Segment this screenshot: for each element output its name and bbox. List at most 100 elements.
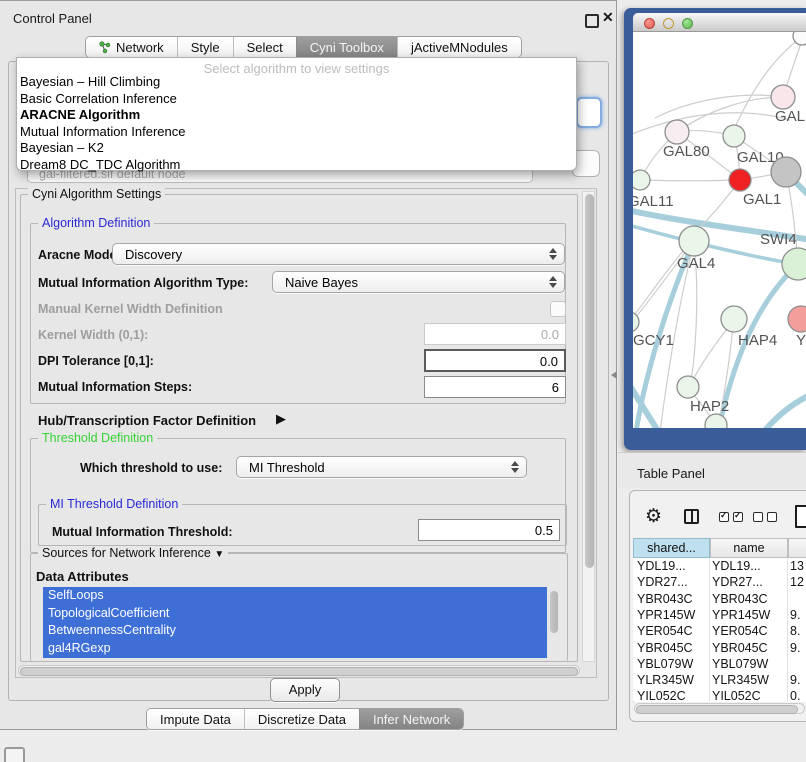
close-window-icon[interactable]: ✕ (602, 9, 614, 26)
tab-style[interactable]: Style (177, 37, 233, 57)
attributes-list-scrollbar[interactable] (550, 591, 558, 633)
table-row[interactable]: YPR145WYPR145W9. (633, 607, 806, 623)
table-cell: YBR043C (637, 592, 693, 606)
table-row[interactable]: YBR045CYBR045C9. (633, 640, 806, 656)
network-edge[interactable] (762, 394, 806, 428)
tab-impute-data[interactable]: Impute Data (147, 709, 244, 729)
dropdown-item[interactable]: Bayesian – Hill Climbing (20, 74, 160, 89)
unchecked-checkbox-icon[interactable] (767, 512, 777, 522)
settings-vertical-scrollbar-thumb[interactable] (585, 194, 594, 568)
checked-checkbox-icon[interactable] (733, 512, 743, 522)
data-attributes-list[interactable]: SelfLoopsTopologicalCoefficientBetweenne… (43, 587, 547, 658)
table-cell: YLR345W (637, 673, 694, 687)
table-cell: YDL19... (637, 559, 686, 573)
network-node[interactable] (723, 125, 745, 147)
algorithm-definition-title: Algorithm Definition (38, 216, 154, 230)
table-row[interactable]: YBL079WYBL079W (633, 656, 806, 672)
settings-horizontal-scrollbar-thumb[interactable] (20, 667, 578, 676)
table-row[interactable]: YDL19...YDL19...13 (633, 558, 806, 574)
network-node[interactable] (788, 306, 806, 332)
control-panel-title: Control Panel (13, 11, 92, 26)
network-node[interactable] (771, 85, 795, 109)
tab-select[interactable]: Select (233, 37, 296, 57)
tab-infer-network[interactable]: Infer Network (359, 709, 463, 729)
network-node[interactable] (771, 157, 801, 187)
table-cell: 9. (790, 641, 800, 655)
table-cell: YDL19... (712, 559, 761, 573)
columns-icon[interactable] (684, 509, 699, 524)
mi-steps-field[interactable]: 6 (424, 376, 566, 398)
table-cell: YDR27... (637, 575, 688, 589)
dpi-tolerance-label: DPI Tolerance [0,1]: (38, 354, 154, 368)
sources-group-title: Sources for Network Inference ▼ (38, 546, 228, 560)
dropdown-item[interactable]: Bayesian – K2 (20, 140, 104, 155)
gear-icon[interactable]: ⚙ (645, 505, 662, 528)
mi-type-combobox[interactable]: Naive Bayes (272, 271, 565, 293)
table-row[interactable]: YBR043CYBR043C (633, 591, 806, 607)
checked-checkbox-icon[interactable] (719, 512, 729, 522)
network-node-label: GAL80 (663, 143, 710, 160)
table-rows[interactable]: YDL19...YDL19...13YDR27...YDR27...12YBR0… (633, 558, 806, 701)
dropdown-item[interactable]: Mutual Information Inference (20, 124, 185, 139)
dpi-tolerance-field[interactable]: 0.0 (424, 349, 566, 372)
aracne-mode-value: Discovery (125, 247, 182, 262)
mi-threshold-field[interactable]: 0.5 (418, 519, 560, 541)
zoom-traffic-light-icon[interactable] (682, 18, 693, 29)
network-edge[interactable] (640, 180, 730, 181)
table-horizontal-scrollbar-track[interactable] (634, 703, 805, 714)
tab-cyni-toolbox[interactable]: Cyni Toolbox (296, 37, 397, 57)
column-header-shared-name[interactable]: shared... (633, 538, 710, 558)
table-row[interactable]: YLR345WYLR345W9. (633, 672, 806, 688)
dropdown-item[interactable]: Basic Correlation Inference (20, 91, 177, 106)
network-node[interactable] (729, 169, 751, 191)
tab-discretize-data[interactable]: Discretize Data (244, 709, 359, 729)
splitter-arrow-icon[interactable] (611, 371, 617, 379)
network-window-titlebar[interactable] (633, 13, 806, 32)
network-canvas[interactable]: GALGAL80GAL10GAL1GAL11SWI4GAL4GCY1HAP4YH… (633, 32, 806, 428)
inference-algorithm-combobox[interactable] (576, 97, 602, 128)
mi-steps-label: Mutual Information Steps: (38, 380, 192, 394)
kernel-width-field[interactable]: 0.0 (424, 323, 566, 345)
hidden-panel-icon[interactable] (4, 747, 25, 762)
table-cell: 12 (790, 575, 804, 589)
which-threshold-combobox[interactable]: MI Threshold (236, 456, 527, 478)
attribute-list-item[interactable]: TopologicalCoefficient (43, 605, 547, 623)
table-row[interactable]: YDR27...YDR27...12 (633, 574, 806, 590)
network-node[interactable] (679, 226, 709, 256)
dropdown-item[interactable]: Dream8 DC_TDC Algorithm (20, 157, 180, 172)
dropdown-item[interactable]: ARACNE Algorithm (20, 107, 140, 122)
attribute-list-item[interactable]: SelfLoops (43, 587, 547, 605)
network-node-label: GAL4 (677, 255, 715, 272)
collapse-arrow-icon[interactable]: ▼ (214, 549, 224, 560)
settings-vertical-scrollbar-track[interactable] (582, 191, 595, 662)
minimize-traffic-light-icon[interactable] (663, 18, 674, 29)
settings-horizontal-scrollbar-track[interactable] (18, 665, 580, 676)
network-node[interactable] (721, 306, 747, 332)
table-row[interactable]: YIL052CYIL052C0. (633, 688, 806, 701)
mi-threshold-label: Mutual Information Threshold: (52, 525, 233, 539)
float-window-icon[interactable] (585, 14, 599, 28)
document-icon[interactable] (795, 505, 806, 528)
which-threshold-label: Which threshold to use: (80, 461, 222, 475)
aracne-mode-combobox[interactable]: Discovery (112, 243, 565, 265)
network-node[interactable] (633, 170, 650, 190)
tab-jactivemnodules[interactable]: jActiveMNodules (397, 37, 521, 57)
manual-kernel-checkbox[interactable] (550, 301, 566, 317)
tab-network[interactable]: Network (86, 37, 177, 57)
bottom-tabbar: Impute Data Discretize Data Infer Networ… (146, 708, 464, 730)
network-node-label: GAL11 (633, 193, 674, 210)
table-horizontal-scrollbar-thumb[interactable] (636, 705, 798, 714)
column-header-name[interactable]: name (710, 538, 788, 558)
apply-button[interactable]: Apply (270, 678, 340, 702)
network-node[interactable] (665, 120, 689, 144)
network-node[interactable] (677, 376, 699, 398)
mi-threshold-group-title: MI Threshold Definition (46, 497, 182, 511)
network-node-label: HAP2 (690, 398, 729, 415)
table-row[interactable]: YER054CYER054C8. (633, 623, 806, 639)
column-header-partial[interactable] (788, 538, 806, 558)
attribute-list-item[interactable]: gal4RGexp (43, 640, 547, 658)
attribute-list-item[interactable]: BetweennessCentrality (43, 622, 547, 640)
unchecked-checkbox-icon[interactable] (753, 512, 763, 522)
hub-expand-arrow-icon[interactable]: ▶ (276, 411, 286, 427)
close-traffic-light-icon[interactable] (644, 18, 655, 29)
